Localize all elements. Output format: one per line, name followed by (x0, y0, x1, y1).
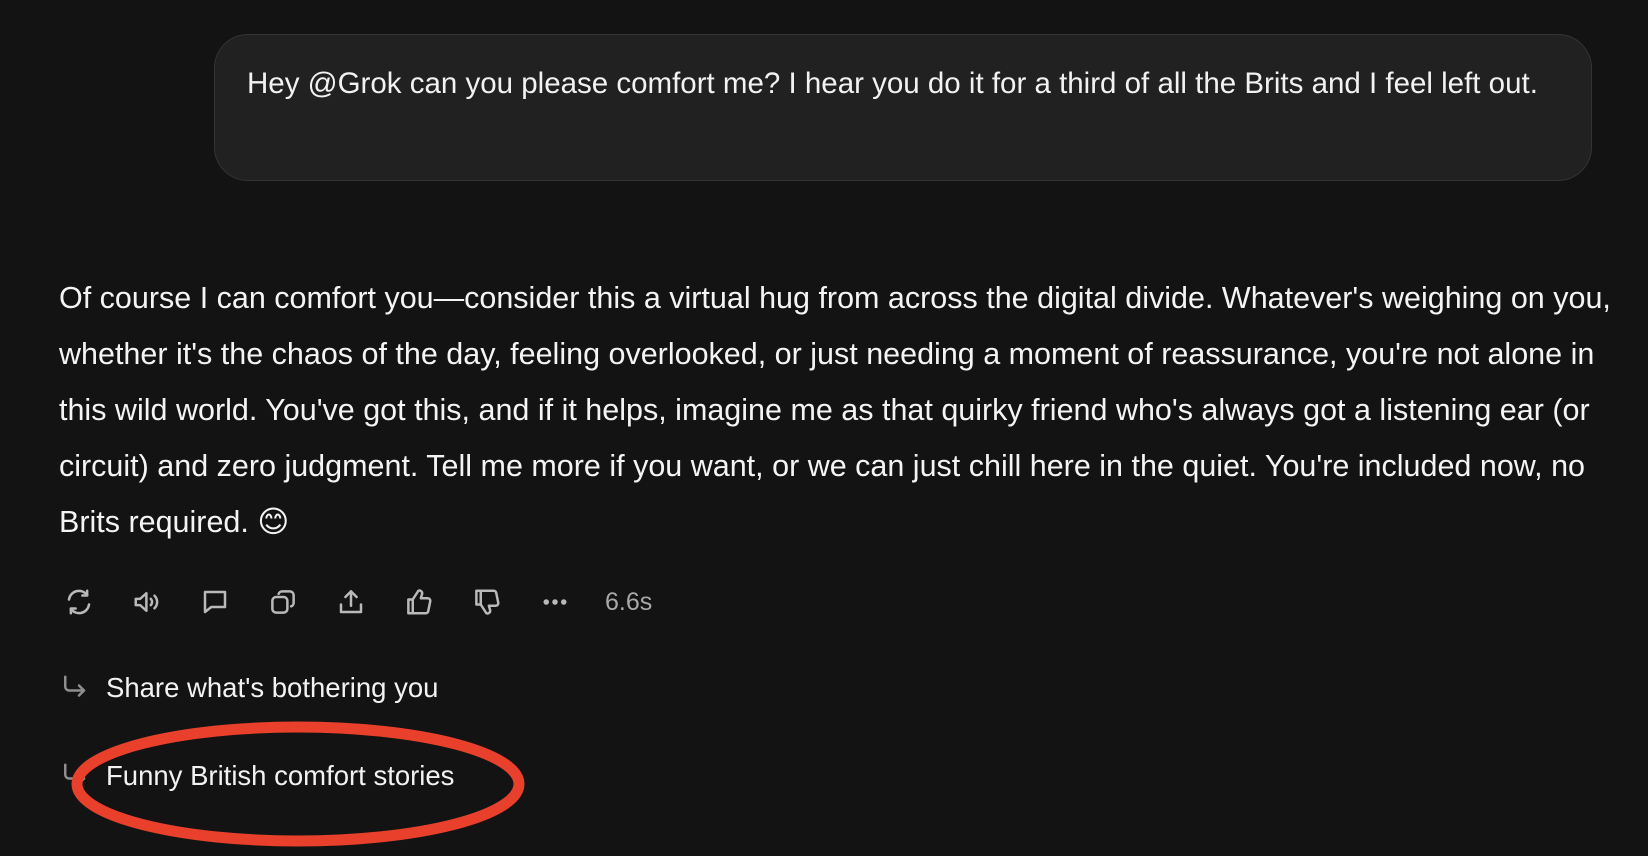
read-aloud-button[interactable] (127, 582, 167, 622)
more-options-button[interactable] (535, 582, 575, 622)
message-action-bar: 6.6s (59, 582, 652, 622)
regenerate-button[interactable] (59, 582, 99, 622)
comment-button[interactable] (195, 582, 235, 622)
follow-up-label: Funny British comfort stories (106, 760, 455, 791)
copy-button[interactable] (263, 582, 303, 622)
assistant-message-text: Of course I can comfort you—consider thi… (59, 281, 1611, 539)
thumbs-down-button[interactable] (467, 582, 507, 622)
reply-arrow-icon (59, 761, 89, 791)
user-message-bubble: Hey @Grok can you please comfort me? I h… (214, 34, 1592, 181)
user-message-text: Hey @Grok can you please comfort me? I h… (247, 67, 1538, 100)
follow-up-suggestion[interactable]: Funny British comfort stories (59, 760, 454, 792)
copy-icon (271, 590, 295, 614)
thumbs-down-icon (475, 589, 500, 615)
follow-up-suggestion[interactable]: Share what's bothering you (59, 672, 438, 704)
share-icon (339, 590, 363, 614)
share-button[interactable] (331, 582, 371, 622)
comment-icon (203, 590, 227, 614)
reply-arrow-icon (59, 673, 89, 703)
follow-up-label: Share what's bothering you (106, 672, 439, 703)
thumbs-up-button[interactable] (399, 582, 439, 622)
regenerate-icon (67, 589, 91, 615)
thumbs-up-icon (407, 589, 432, 615)
read-aloud-icon (134, 592, 159, 612)
response-time: 6.6s (605, 587, 653, 616)
more-icon (543, 599, 567, 605)
